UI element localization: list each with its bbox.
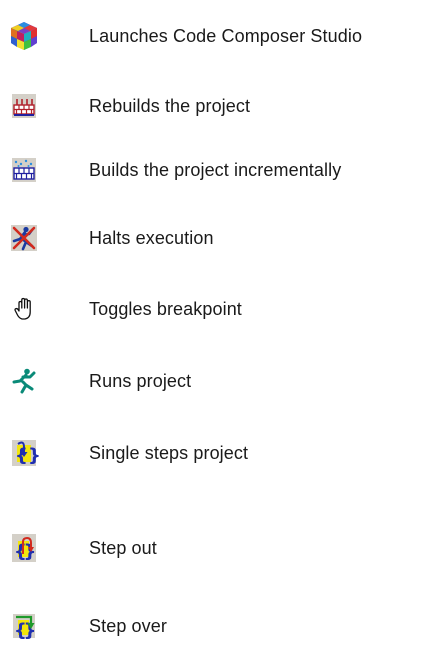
legend-label: Runs project bbox=[89, 371, 192, 391]
legend-row-toggle-breakpoint: Toggles breakpoint bbox=[0, 289, 447, 329]
legend-row-incremental-build: Builds the project incrementally bbox=[0, 150, 447, 190]
legend-row-halt: Halts execution bbox=[0, 218, 447, 258]
run-icon bbox=[8, 365, 40, 397]
legend-label: Rebuilds the project bbox=[89, 96, 251, 116]
legend-row-step-over: { } Step over bbox=[0, 606, 447, 646]
legend-row-launch-ccs: Launches Code Composer Studio bbox=[0, 16, 447, 56]
legend-row-rebuild: Rebuilds the project bbox=[0, 86, 447, 126]
toggle-breakpoint-hand-icon bbox=[8, 293, 40, 325]
legend-label: Single steps project bbox=[89, 443, 249, 463]
svg-text:}: } bbox=[24, 541, 37, 562]
step-out-icon: { } bbox=[8, 532, 40, 564]
incremental-build-icon bbox=[8, 154, 40, 186]
step-over-icon: { } bbox=[8, 610, 40, 642]
legend-label: Halts execution bbox=[89, 228, 214, 248]
legend-label: Builds the project incrementally bbox=[89, 160, 342, 180]
legend-label: Step out bbox=[89, 538, 157, 558]
code-composer-studio-cube-icon bbox=[8, 20, 40, 52]
svg-text:}: } bbox=[28, 445, 40, 466]
legend-row-run: Runs project bbox=[0, 361, 447, 401]
legend-label: Launches Code Composer Studio bbox=[89, 26, 363, 46]
legend-label: Step over bbox=[89, 616, 167, 636]
svg-text:{: { bbox=[15, 445, 28, 466]
legend-label: Toggles breakpoint bbox=[89, 299, 242, 319]
legend-row-step-out: { } Step out bbox=[0, 528, 447, 568]
legend-row-single-step: { } Single steps project bbox=[0, 433, 447, 473]
rebuild-all-icon bbox=[8, 90, 40, 122]
halt-icon bbox=[8, 222, 40, 254]
single-step-icon: { } bbox=[8, 437, 40, 469]
